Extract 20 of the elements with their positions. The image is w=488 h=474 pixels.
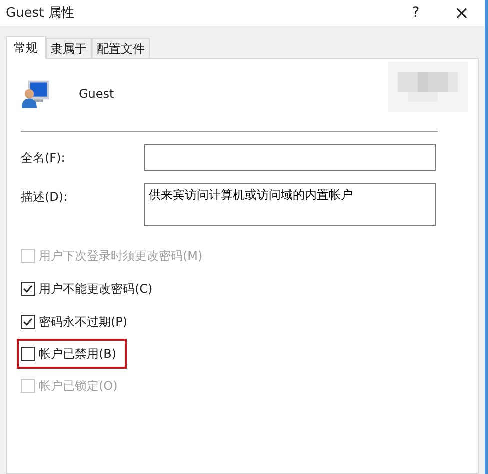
full-name-field[interactable] <box>144 144 436 171</box>
checkbox-label: 帐户已禁用(B) <box>39 346 117 362</box>
description-field[interactable]: 供来宾访问计算机或访问域的内置帐户 <box>144 183 436 226</box>
checkbox[interactable] <box>21 315 35 329</box>
checkbox-label: 帐户已锁定(O) <box>39 378 118 394</box>
user-computer-icon <box>21 78 51 110</box>
checkbox-label: 用户下次登录时须更改密码(M) <box>39 248 203 264</box>
checkbox-label: 用户不能更改密码(C) <box>39 280 153 298</box>
user-name: Guest <box>79 87 114 101</box>
checkbox[interactable] <box>21 282 35 296</box>
tab[interactable]: 配置文件 <box>92 38 150 58</box>
field-label: 描述(D): <box>20 189 69 206</box>
help-button[interactable]: ? <box>393 0 439 26</box>
checkbox[interactable] <box>21 347 35 361</box>
close-button[interactable]: × <box>439 0 485 26</box>
tab[interactable]: 隶属于 <box>46 38 92 58</box>
window-title: Guest 属性 <box>6 5 76 22</box>
tab[interactable]: 常规 <box>6 36 46 59</box>
checkbox-label: 密码永不过期(P) <box>39 314 128 330</box>
field-label: 全名(F): <box>20 150 66 167</box>
